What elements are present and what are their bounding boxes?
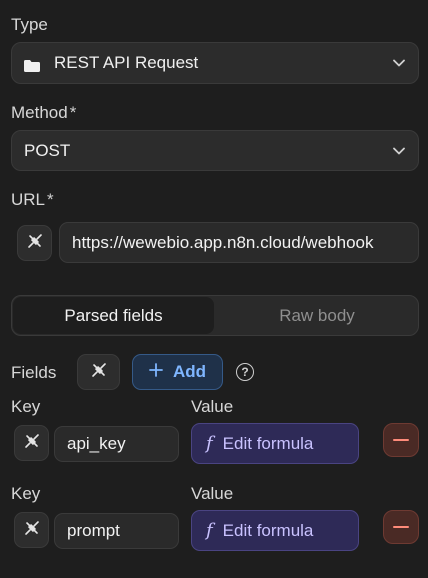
url-label: URL *: [11, 190, 54, 210]
minus-icon: [393, 439, 409, 441]
type-value: REST API Request: [54, 53, 199, 72]
function-icon: f: [206, 520, 213, 541]
value-label: Value: [191, 484, 234, 503]
key-input[interactable]: prompt: [54, 513, 179, 549]
required-mark: *: [47, 190, 54, 209]
method-label-text: Method: [11, 103, 68, 122]
key-value: prompt: [67, 521, 120, 540]
method-select[interactable]: POST: [11, 130, 419, 171]
chevron-down-icon: [392, 56, 406, 70]
fields-label: Fields: [11, 363, 57, 382]
url-value: https://wewebio.app.n8n.cloud/webhook: [72, 232, 374, 252]
key-label: Key: [11, 484, 41, 503]
remove-field-button[interactable]: [383, 423, 419, 457]
chevron-down-icon: [392, 144, 406, 158]
unplug-icon: [24, 520, 40, 541]
key-bind-button[interactable]: [14, 425, 49, 461]
url-input[interactable]: https://wewebio.app.n8n.cloud/webhook: [59, 222, 419, 263]
edit-formula-label: Edit formula: [222, 520, 314, 540]
unplug-icon: [24, 433, 40, 454]
edit-formula-button[interactable]: f Edit formula: [191, 423, 359, 464]
edit-formula-label: Edit formula: [222, 433, 314, 453]
add-label: Add: [172, 362, 207, 381]
key-value: api_key: [67, 434, 126, 453]
remove-field-button[interactable]: [383, 510, 419, 544]
help-icon[interactable]: ?: [236, 363, 254, 381]
unplug-icon: [27, 233, 43, 254]
value-label: Value: [191, 397, 234, 416]
plus-icon: [149, 362, 163, 382]
add-field-button[interactable]: Add: [132, 354, 223, 390]
minus-icon: [393, 526, 409, 528]
function-icon: f: [206, 433, 213, 454]
edit-formula-button[interactable]: f Edit formula: [191, 510, 359, 551]
key-bind-button[interactable]: [14, 512, 49, 548]
folder-icon: [24, 57, 40, 72]
type-label: Type: [11, 15, 48, 34]
method-value: POST: [24, 140, 71, 160]
tab-raw-body[interactable]: Raw body: [216, 297, 418, 334]
required-mark: *: [69, 103, 77, 122]
url-label-text: URL: [11, 190, 46, 209]
unplug-icon: [91, 362, 107, 383]
key-input[interactable]: api_key: [54, 426, 179, 462]
tab-parsed-fields[interactable]: Parsed fields: [13, 297, 214, 334]
body-tabs: Parsed fields Raw body: [11, 295, 419, 336]
url-bind-button[interactable]: [17, 225, 52, 261]
key-label: Key: [11, 397, 41, 416]
method-label: Method *: [11, 103, 76, 123]
fields-bind-button[interactable]: [77, 354, 120, 390]
type-select[interactable]: REST API Request: [11, 42, 419, 84]
